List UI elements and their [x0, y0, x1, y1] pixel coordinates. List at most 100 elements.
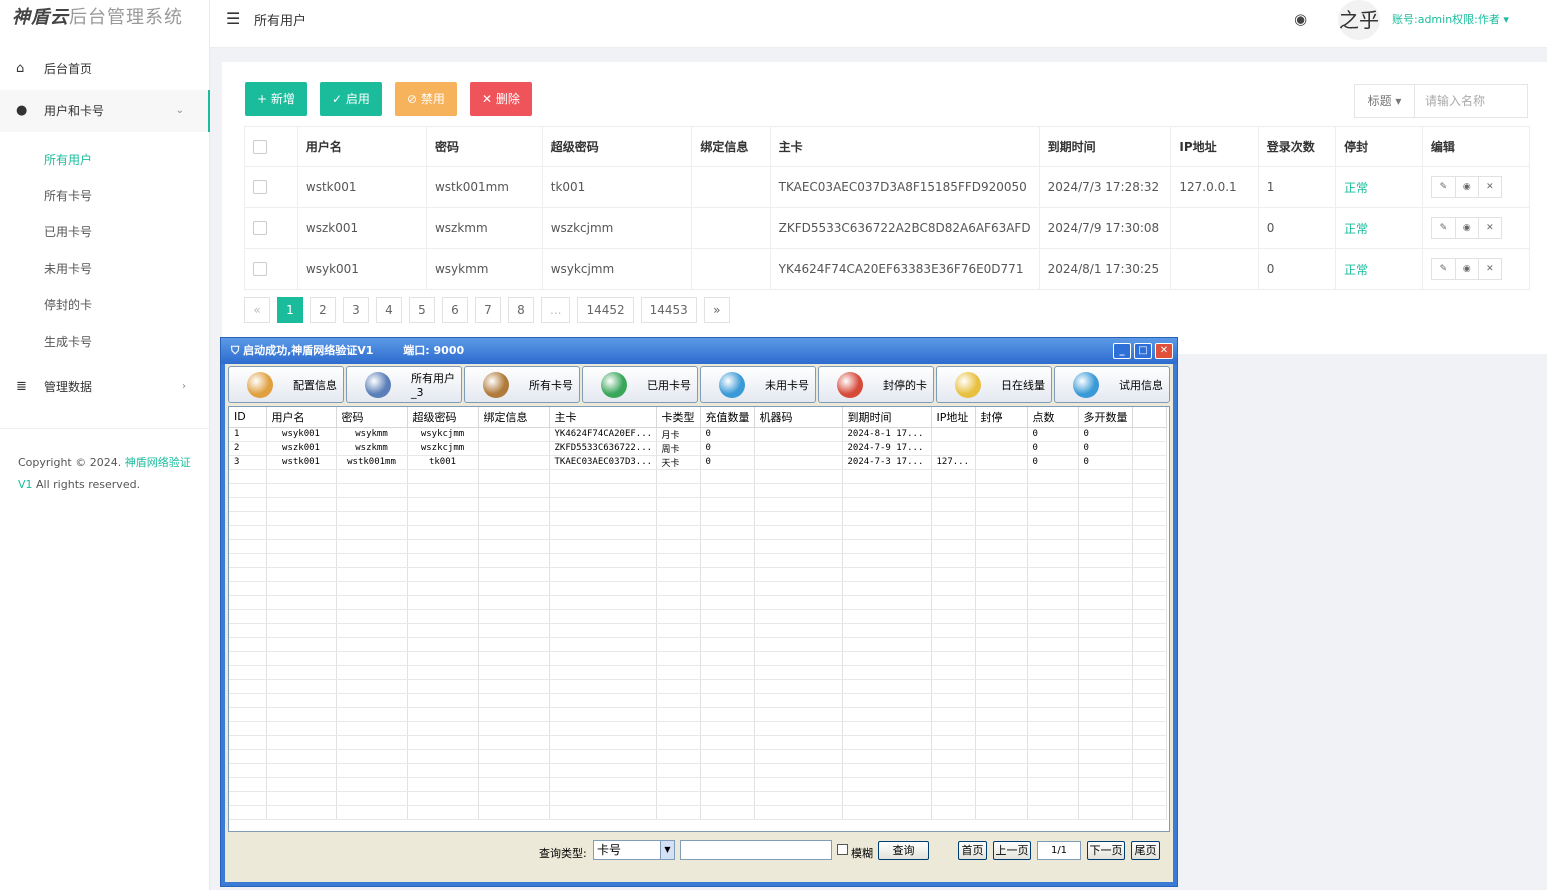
grid-cell-filler	[1132, 455, 1167, 470]
pager-page[interactable]: 2	[310, 297, 336, 323]
last-page-button[interactable]: 尾页	[1131, 841, 1160, 860]
remove-icon[interactable]: ✕	[1477, 259, 1501, 279]
delete-button[interactable]: ✕ 删除	[470, 82, 532, 116]
pager-page[interactable]: 8	[508, 297, 534, 323]
menu-toggle-icon[interactable]: ☰	[226, 9, 240, 28]
edit-icon[interactable]: ✎	[1432, 259, 1455, 279]
pager-page[interactable]: 1	[277, 297, 303, 323]
account-menu[interactable]: 账号:admin权限:作者 ▾	[1392, 11, 1509, 27]
view-icon[interactable]: ◉	[1454, 218, 1478, 238]
select-all-checkbox[interactable]	[253, 139, 267, 154]
remove-icon[interactable]: ✕	[1477, 177, 1501, 197]
next-page-button[interactable]: 下一页	[1087, 841, 1125, 860]
trial-info-button[interactable]: 试用信息	[1054, 366, 1170, 403]
grid-col-recharge[interactable]: 充值数量	[700, 407, 755, 428]
copyright-version-link[interactable]: V1	[18, 478, 33, 491]
grid-col-machine-code[interactable]: 机器码	[754, 407, 843, 428]
query-type-select[interactable]: 卡号 ▼	[593, 840, 675, 860]
banned-cards-button[interactable]: 封停的卡	[818, 366, 934, 403]
maximize-icon[interactable]: □	[1134, 343, 1152, 359]
grid-col-multi-open[interactable]: 多开数量	[1078, 407, 1133, 428]
grid-col-id[interactable]: ID	[229, 407, 267, 428]
pager-page[interactable]: 14453	[640, 297, 697, 323]
col-username[interactable]: 用户名	[296, 126, 427, 167]
query-input[interactable]	[680, 840, 832, 860]
palette-icon[interactable]: ◉	[1294, 10, 1307, 28]
table-row[interactable]: wsyk001 wsykmm wsykcjmm YK4624F74CA20EF6…	[244, 248, 1531, 290]
daily-online-button[interactable]: 日在线量	[936, 366, 1052, 403]
grid-col-card-type[interactable]: 卡类型	[656, 407, 701, 428]
minimize-icon[interactable]: _	[1113, 343, 1131, 359]
sidebar-item-home[interactable]: ⌂ 后台首页	[0, 48, 210, 90]
sidebar-subitem-generate-cards[interactable]: 生成卡号	[44, 333, 92, 350]
grid-row[interactable]: 1 wsyk001 wsykmm wsykcjmm YK4624F74CA20EF...…	[229, 427, 1167, 442]
search-input[interactable]	[1417, 86, 1525, 116]
app-logo[interactable]: 神盾云后台管理系统	[0, 0, 209, 36]
pager-page[interactable]: 14452	[577, 297, 634, 323]
view-icon[interactable]: ◉	[1454, 177, 1478, 197]
add-button[interactable]: + 新增	[245, 82, 307, 116]
query-button[interactable]: 查询	[878, 841, 929, 860]
col-super-password[interactable]: 超级密码	[541, 126, 693, 167]
view-icon[interactable]: ◉	[1454, 259, 1478, 279]
sidebar-item-users-cards[interactable]: ● 用户和卡号 ⌄	[0, 90, 210, 132]
remove-icon[interactable]: ✕	[1477, 218, 1501, 238]
first-page-button[interactable]: 首页	[958, 841, 987, 860]
used-cards-button[interactable]: 已用卡号	[582, 366, 698, 403]
config-info-button[interactable]: 配置信息	[228, 366, 344, 403]
avatar[interactable]: 之乎	[1338, 0, 1380, 40]
sidebar-subitem-banned-cards[interactable]: 停封的卡	[44, 296, 92, 313]
grid-col-password[interactable]: 密码	[336, 407, 408, 428]
pager-page[interactable]: 3	[343, 297, 369, 323]
grid-empty-cell	[975, 525, 1028, 540]
row-checkbox[interactable]	[253, 180, 267, 195]
col-ip[interactable]: IP地址	[1170, 126, 1259, 167]
grid-row[interactable]: 3 wstk001 wstk001mm tk001 TKAEC03AEC037D3...…	[229, 455, 1167, 470]
fuzzy-checkbox[interactable]	[837, 844, 848, 855]
pager-page[interactable]: 4	[376, 297, 402, 323]
col-bind-info[interactable]: 绑定信息	[691, 126, 771, 167]
grid-col-super-password[interactable]: 超级密码	[407, 407, 479, 428]
col-main-card[interactable]: 主卡	[769, 126, 1040, 167]
col-password[interactable]: 密码	[425, 126, 543, 167]
window-titlebar[interactable]: ⛉ 启动成功,神盾网络验证V1 端口: 9000 _ □ ✕	[221, 338, 1177, 364]
col-expire[interactable]: 到期时间	[1038, 126, 1172, 167]
table-row[interactable]: wszk001 wszkmm wszkcjmm ZKFD5533C636722A…	[244, 207, 1531, 249]
edit-icon[interactable]: ✎	[1432, 177, 1455, 197]
pager-page[interactable]: 6	[442, 297, 468, 323]
enable-button[interactable]: ✓ 启用	[320, 82, 382, 116]
grid-col-bind-info[interactable]: 绑定信息	[478, 407, 550, 428]
grid-col-expire[interactable]: 到期时间	[842, 407, 932, 428]
pager-prev[interactable]: «	[244, 297, 270, 323]
copyright-link[interactable]: 神盾网络验证	[125, 456, 191, 469]
close-icon[interactable]: ✕	[1155, 343, 1173, 359]
prev-page-button[interactable]: 上一页	[993, 841, 1031, 860]
pager-page[interactable]: 7	[475, 297, 501, 323]
sidebar-subitem-all-users[interactable]: 所有用户	[44, 151, 92, 168]
pager-page[interactable]: 5	[409, 297, 435, 323]
search-field-select[interactable]: 标题 ▾	[1355, 85, 1415, 117]
grid-col-main-card[interactable]: 主卡	[549, 407, 657, 428]
grid-row[interactable]: 2 wszk001 wszkmm wszkcjmm ZKFD5533C636722...…	[229, 441, 1167, 456]
sidebar-subitem-unused-cards[interactable]: 未用卡号	[44, 260, 92, 277]
all-users-button[interactable]: 所有用户_3	[346, 366, 462, 403]
unused-cards-button[interactable]: 未用卡号	[700, 366, 816, 403]
select-all-cell[interactable]	[244, 126, 298, 167]
sidebar-subitem-all-cards[interactable]: 所有卡号	[44, 187, 92, 204]
col-logins[interactable]: 登录次数	[1257, 126, 1337, 167]
grid-col-banned[interactable]: 封停	[975, 407, 1028, 428]
grid-col-points[interactable]: 点数	[1027, 407, 1079, 428]
edit-icon[interactable]: ✎	[1432, 218, 1455, 238]
col-status[interactable]: 停封	[1335, 126, 1423, 167]
sidebar-subitem-used-cards[interactable]: 已用卡号	[44, 223, 92, 240]
disable-button[interactable]: ⊘ 禁用	[395, 82, 457, 116]
table-row[interactable]: wstk001 wstk001mm tk001 TKAEC03AEC037D3A…	[244, 166, 1531, 208]
dropdown-arrow-icon[interactable]: ▼	[660, 841, 674, 859]
grid-col-ip[interactable]: IP地址	[931, 407, 976, 428]
grid-col-username[interactable]: 用户名	[266, 407, 337, 428]
pager-next[interactable]: »	[703, 297, 730, 323]
row-checkbox[interactable]	[253, 262, 267, 277]
all-cards-button[interactable]: 所有卡号	[464, 366, 580, 403]
sidebar-item-manage-data[interactable]: ≣ 管理数据 ›	[0, 366, 210, 408]
row-checkbox[interactable]	[253, 221, 267, 236]
